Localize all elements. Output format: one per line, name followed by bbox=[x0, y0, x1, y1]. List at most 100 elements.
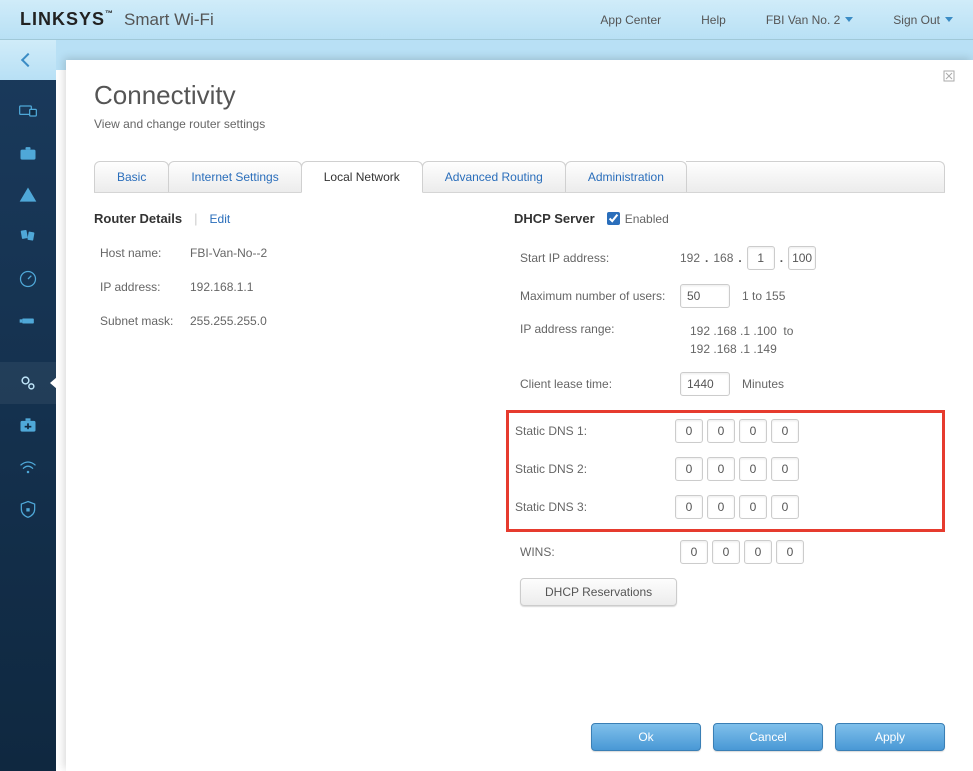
sidebar-item-devices[interactable] bbox=[0, 90, 56, 132]
tab-local-network[interactable]: Local Network bbox=[301, 161, 423, 193]
sidebar-item-usb[interactable] bbox=[0, 300, 56, 342]
chevron-left-icon bbox=[21, 53, 35, 67]
dhcp-reservations-button[interactable]: DHCP Reservations bbox=[520, 578, 677, 606]
start-ip-label: Start IP address: bbox=[520, 251, 680, 265]
dhcp-enabled-checkbox[interactable] bbox=[607, 212, 620, 225]
nav-help[interactable]: Help bbox=[701, 13, 726, 27]
nav-network-name: FBI Van No. 2 bbox=[766, 13, 840, 27]
sidebar-item-wireless[interactable] bbox=[0, 446, 56, 488]
lease-label: Client lease time: bbox=[520, 377, 680, 391]
tab-advanced[interactable]: Advanced Routing bbox=[422, 161, 566, 192]
start-ip-a: 192 bbox=[680, 251, 700, 265]
dns2-label: Static DNS 2: bbox=[515, 462, 675, 476]
separator: | bbox=[194, 211, 197, 226]
dns1-label: Static DNS 1: bbox=[515, 424, 675, 438]
ip-address-label: IP address: bbox=[100, 280, 190, 294]
dns2-d-input[interactable] bbox=[771, 457, 799, 481]
usb-icon bbox=[18, 311, 38, 331]
dns2-b-input[interactable] bbox=[707, 457, 735, 481]
lease-input[interactable] bbox=[680, 372, 730, 396]
max-users-hint: 1 to 155 bbox=[742, 289, 785, 303]
wins-label: WINS: bbox=[520, 545, 680, 559]
wifi-icon bbox=[18, 457, 38, 477]
caret-down-icon bbox=[945, 17, 953, 22]
dns3-b-input[interactable] bbox=[707, 495, 735, 519]
nav-sign-out-label: Sign Out bbox=[893, 13, 940, 27]
edit-link[interactable]: Edit bbox=[210, 212, 231, 226]
cancel-button[interactable]: Cancel bbox=[713, 723, 823, 751]
nav-app-center[interactable]: App Center bbox=[600, 13, 661, 27]
ok-button[interactable]: Ok bbox=[591, 723, 701, 751]
wins-a-input[interactable] bbox=[680, 540, 708, 564]
logo-block: LINKSYS™ Smart Wi-Fi bbox=[20, 9, 214, 30]
sidebar-back-button[interactable] bbox=[0, 40, 56, 80]
devices-icon bbox=[18, 101, 38, 121]
page-subtitle: View and change router settings bbox=[94, 117, 945, 131]
gears-icon bbox=[18, 373, 38, 393]
wins-c-input[interactable] bbox=[744, 540, 772, 564]
sidebar-item-parental[interactable] bbox=[0, 174, 56, 216]
brand-logo: LINKSYS™ bbox=[20, 9, 114, 30]
priority-icon bbox=[18, 227, 38, 247]
top-header: LINKSYS™ Smart Wi-Fi App Center Help FBI… bbox=[0, 0, 973, 40]
main-panel: Connectivity View and change router sett… bbox=[66, 60, 973, 771]
dns1-a-input[interactable] bbox=[675, 419, 703, 443]
subnet-mask-label: Subnet mask: bbox=[100, 314, 190, 328]
shield-icon bbox=[18, 499, 38, 519]
caret-down-icon bbox=[845, 17, 853, 22]
host-name-value: FBI-Van-No--2 bbox=[190, 246, 267, 260]
range-label: IP address range: bbox=[520, 322, 680, 336]
apply-button[interactable]: Apply bbox=[835, 723, 945, 751]
router-details-header: Router Details | Edit bbox=[94, 211, 474, 226]
warning-icon bbox=[18, 185, 38, 205]
dns3-c-input[interactable] bbox=[739, 495, 767, 519]
sidebar bbox=[0, 40, 56, 771]
sidebar-item-security[interactable] bbox=[0, 488, 56, 530]
max-users-label: Maximum number of users: bbox=[520, 289, 680, 303]
close-button[interactable] bbox=[943, 70, 955, 85]
start-ip-b: 168 bbox=[713, 251, 733, 265]
host-name-label: Host name: bbox=[100, 246, 190, 260]
dns3-a-input[interactable] bbox=[675, 495, 703, 519]
sidebar-item-troubleshoot[interactable] bbox=[0, 404, 56, 446]
tab-basic[interactable]: Basic bbox=[94, 161, 169, 192]
dns2-a-input[interactable] bbox=[675, 457, 703, 481]
dhcp-enabled-label: Enabled bbox=[625, 212, 669, 226]
tab-internet[interactable]: Internet Settings bbox=[168, 161, 301, 192]
max-users-input[interactable] bbox=[680, 284, 730, 308]
ip-address-value: 192.168.1.1 bbox=[190, 280, 253, 294]
gauge-icon bbox=[18, 269, 38, 289]
subbrand: Smart Wi-Fi bbox=[124, 10, 214, 30]
wins-b-input[interactable] bbox=[712, 540, 740, 564]
subnet-mask-value: 255.255.255.0 bbox=[190, 314, 267, 328]
page-title: Connectivity bbox=[94, 80, 945, 111]
wins-d-input[interactable] bbox=[776, 540, 804, 564]
tabs: Basic Internet Settings Local Network Ad… bbox=[94, 161, 945, 193]
sidebar-item-speedtest[interactable] bbox=[0, 258, 56, 300]
sidebar-item-connectivity[interactable] bbox=[0, 362, 56, 404]
tab-admin[interactable]: Administration bbox=[565, 161, 687, 192]
top-nav: App Center Help FBI Van No. 2 Sign Out bbox=[600, 13, 953, 27]
dns2-c-input[interactable] bbox=[739, 457, 767, 481]
sidebar-item-priority[interactable] bbox=[0, 216, 56, 258]
start-ip-c-input[interactable] bbox=[747, 246, 775, 270]
dns1-b-input[interactable] bbox=[707, 419, 735, 443]
footer-buttons: Ok Cancel Apply bbox=[94, 703, 945, 751]
dhcp-title: DHCP Server bbox=[514, 211, 595, 226]
close-icon bbox=[943, 70, 955, 82]
nav-sign-out[interactable]: Sign Out bbox=[893, 13, 953, 27]
dns1-d-input[interactable] bbox=[771, 419, 799, 443]
router-details-title: Router Details bbox=[94, 211, 182, 226]
dns-highlight: Static DNS 1: Static DNS 2: bbox=[506, 410, 945, 532]
lease-unit: Minutes bbox=[742, 377, 784, 391]
dns3-d-input[interactable] bbox=[771, 495, 799, 519]
sidebar-item-guest[interactable] bbox=[0, 132, 56, 174]
briefcase-icon bbox=[18, 143, 38, 163]
range-value: 192 .168 .1 .100 to 192 .168 .1 .149 bbox=[680, 322, 793, 358]
nav-network-dropdown[interactable]: FBI Van No. 2 bbox=[766, 13, 853, 27]
dns1-c-input[interactable] bbox=[739, 419, 767, 443]
dns3-label: Static DNS 3: bbox=[515, 500, 675, 514]
start-ip-d-input[interactable] bbox=[788, 246, 816, 270]
firstaid-icon bbox=[18, 415, 38, 435]
dhcp-header: DHCP Server Enabled bbox=[514, 211, 945, 226]
